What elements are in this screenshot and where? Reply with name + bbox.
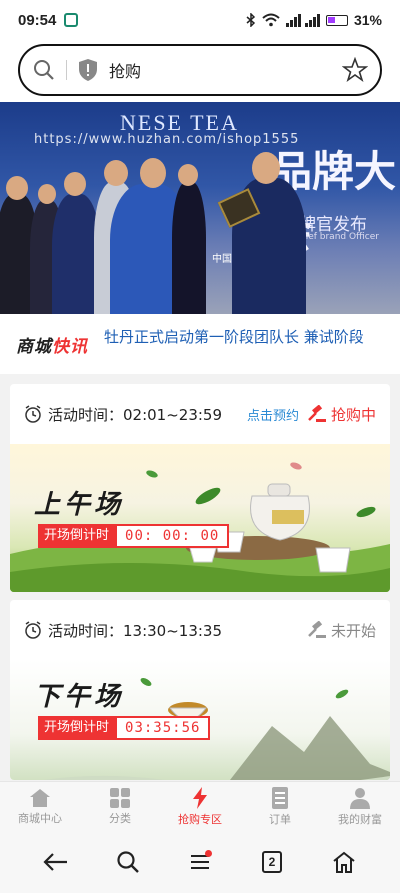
session-time: 活动时间：02:01~23:59 <box>48 405 223 424</box>
news-tag-accent: 快讯 <box>52 336 88 357</box>
news-ticker[interactable]: 商城快讯 牡丹正式启动第一阶段团队长 兼试阶段 <box>0 314 400 374</box>
banner-person-head <box>64 172 86 196</box>
countdown-timer: 开场倒计时 00: 00: 00 <box>38 524 230 548</box>
countdown-label: 开场倒计时 <box>38 716 116 740</box>
search-icon <box>117 851 139 873</box>
countdown-value: 00: 00: 00 <box>115 524 230 548</box>
tab-label: 我的财富 <box>338 812 382 826</box>
banner-person-head <box>252 152 280 184</box>
search-header: 抢购 <box>0 40 400 102</box>
clock-icon <box>25 621 41 639</box>
arrow-left-icon <box>43 853 67 871</box>
tab-flash-sale[interactable]: 抢购专区 <box>160 782 240 831</box>
session-status: 抢购中 <box>307 404 376 425</box>
news-tag-main: 商城 <box>16 336 52 357</box>
session-status-label: 抢购中 <box>330 405 376 424</box>
notification-dot <box>205 850 212 857</box>
search-bar[interactable]: 抢购 <box>18 44 382 96</box>
tabs-button[interactable]: 2 <box>252 842 292 882</box>
bottom-tab-bar: 商城中心 分类 抢购专区 订单 我的财富 <box>0 781 400 831</box>
battery-level: 31% <box>353 12 382 28</box>
session-status-label: 未开始 <box>330 621 376 640</box>
user-icon <box>350 787 370 809</box>
banner-person-head <box>178 164 198 186</box>
banner-person <box>172 182 206 314</box>
search-icon[interactable] <box>32 58 56 82</box>
flash-sale-session-morning[interactable]: 活动时间：02:01~23:59 点击预约 抢购中 上午场 开场倒计时 00: … <box>10 384 390 592</box>
back-button[interactable] <box>36 842 76 882</box>
clock-icon <box>25 405 41 423</box>
reserve-link[interactable]: 点击预约 <box>247 405 299 424</box>
banner-person-head <box>38 184 56 204</box>
session-title: 上午场 <box>34 490 125 520</box>
promo-banner[interactable]: NESE TEA 品牌大会 品牌官发布 hief brand Officer h… <box>0 102 400 314</box>
tab-wealth[interactable]: 我的财富 <box>320 782 400 831</box>
news-headline[interactable]: 牡丹正式启动第一阶段团队长 兼试阶段 <box>104 327 364 367</box>
countdown-timer: 开场倒计时 03:35:56 <box>38 716 211 740</box>
document-icon <box>272 786 288 809</box>
banner-person-head <box>140 158 166 188</box>
tab-category[interactable]: 分类 <box>80 782 160 831</box>
search-button[interactable] <box>108 842 148 882</box>
banner-subtitle-en: hief brand Officer <box>300 232 379 242</box>
battery-icon <box>325 14 348 26</box>
banner-watermark: https://www.huzhan.com/ishop1555 <box>34 132 300 147</box>
status-time: 09:54 <box>18 11 57 29</box>
lightning-icon <box>193 786 207 809</box>
tab-home[interactable]: 商城中心 <box>0 782 80 831</box>
flash-sale-session-afternoon[interactable]: 活动时间：13:30~13:35 未开始 下午场 开场倒计时 03:35:56 <box>10 600 390 780</box>
session-header: 活动时间：13:30~13:35 未开始 <box>10 600 390 660</box>
gavel-icon <box>308 405 326 422</box>
app-notification-icon <box>64 13 79 27</box>
countdown-label: 开场倒计时 <box>38 524 116 548</box>
banner-person <box>52 194 100 314</box>
session-title: 下午场 <box>34 682 125 712</box>
menu-button[interactable] <box>180 842 220 882</box>
home-button[interactable] <box>324 842 364 882</box>
shield-icon <box>79 59 97 81</box>
session-banner[interactable]: 上午场 开场倒计时 00: 00: 00 <box>10 444 390 592</box>
session-time: 活动时间：13:30~13:35 <box>48 621 223 640</box>
session-status: 未开始 <box>307 620 376 641</box>
grid-icon <box>110 787 130 808</box>
bluetooth-icon <box>246 13 256 27</box>
tab-label: 商城中心 <box>18 811 62 825</box>
tab-label: 分类 <box>109 811 131 825</box>
browser-nav-bar: 2 <box>0 831 400 893</box>
status-indicators: 31% <box>246 12 382 28</box>
banner-person-head <box>104 160 128 186</box>
countdown-value: 03:35:56 <box>115 716 211 740</box>
tabs-count: 2 <box>262 851 282 873</box>
search-divider <box>66 60 67 80</box>
gavel-icon <box>308 621 326 638</box>
star-icon[interactable] <box>342 57 368 83</box>
banner-person-head <box>6 176 28 200</box>
news-tag: 商城快讯 <box>16 332 88 357</box>
home-icon <box>30 788 50 807</box>
signal-icon <box>285 14 320 27</box>
tab-label: 订单 <box>269 812 291 826</box>
search-input[interactable]: 抢购 <box>109 58 141 82</box>
tab-label: 抢购专区 <box>178 812 222 826</box>
session-header: 活动时间：02:01~23:59 点击预约 抢购中 <box>10 384 390 444</box>
tab-orders[interactable]: 订单 <box>240 782 320 831</box>
wifi-icon <box>262 13 280 27</box>
session-banner[interactable]: 下午场 开场倒计时 03:35:56 <box>10 660 390 780</box>
home-icon <box>333 851 355 873</box>
status-bar: 09:54 31% <box>0 0 400 40</box>
